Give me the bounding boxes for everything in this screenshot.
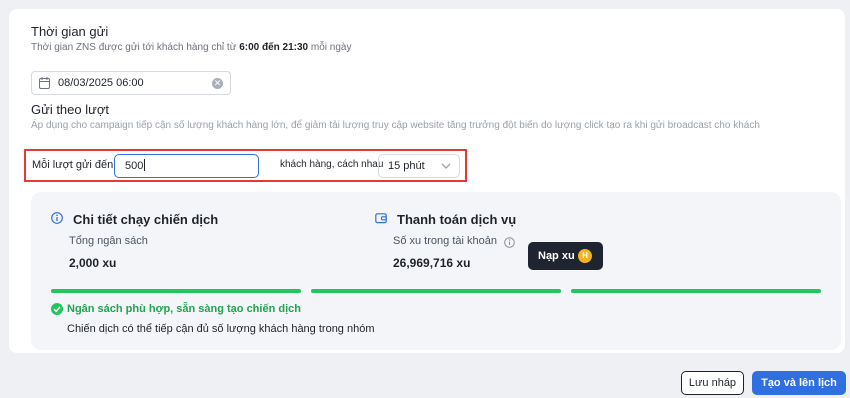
progress-segment-2 [311,289,561,293]
campaign-detail-title: Chi tiết chạy chiến dịch [73,212,219,227]
topup-button[interactable]: Nạp xu H [528,242,603,270]
chevron-down-icon [441,163,451,169]
batch-note: Áp dụng cho campaign tiếp cận số lượng k… [31,120,760,131]
send-time-note: Thời gian ZNS được gửi tới khách hàng ch… [31,42,352,53]
coin-icon: H [578,249,592,263]
schedule-card: Thời gian gửi Thời gian ZNS được gửi tới… [9,9,845,353]
datetime-picker[interactable]: 08/03/2025 06:00 ✕ [31,71,231,95]
status-ok-text: Ngân sách phù hợp, sẵn sàng tạo chiến dị… [67,303,301,315]
per-batch-label: Mỗi lượt gửi đến [32,159,114,171]
budget-label: Tổng ngân sách [69,235,148,247]
clear-icon[interactable]: ✕ [212,78,223,89]
send-time-title: Thời gian gửi [31,24,109,39]
help-info-icon[interactable] [504,237,515,248]
check-circle-icon [51,303,63,315]
datetime-value: 08/03/2025 06:00 [58,77,144,89]
batch-settings-highlight: Mỗi lượt gửi đến 500 khách hàng, cách nh… [24,149,467,182]
per-batch-input[interactable]: 500 [114,154,259,178]
balance-label: Số xu trong tài khoản [393,235,497,247]
text-caret [144,159,146,171]
interval-select[interactable]: 15 phút [378,154,460,178]
budget-value: 2,000 xu [69,256,117,270]
per-batch-value: 500 [125,160,144,172]
interval-value: 15 phút [388,160,425,172]
wallet-icon [375,213,387,224]
status-description: Chiến dịch có thể tiếp cận đủ số lượng k… [67,323,375,335]
payment-title: Thanh toán dịch vụ [397,212,517,227]
balance-value: 26,969,716 xu [393,256,471,270]
save-draft-button[interactable]: Lưu nháp [681,371,744,395]
topup-label: Nạp xu [538,250,575,262]
batch-title: Gửi theo lượt [31,102,109,117]
summary-panel: Chi tiết chạy chiến dịch Tổng ngân sách … [31,192,841,350]
info-icon [51,212,63,224]
calendar-icon [39,77,50,89]
progress-segment-3 [571,289,821,293]
interval-label: khách hàng, cách nhau [280,159,384,170]
create-schedule-button[interactable]: Tạo và lên lịch [752,371,846,395]
progress-segment-1 [51,289,301,293]
